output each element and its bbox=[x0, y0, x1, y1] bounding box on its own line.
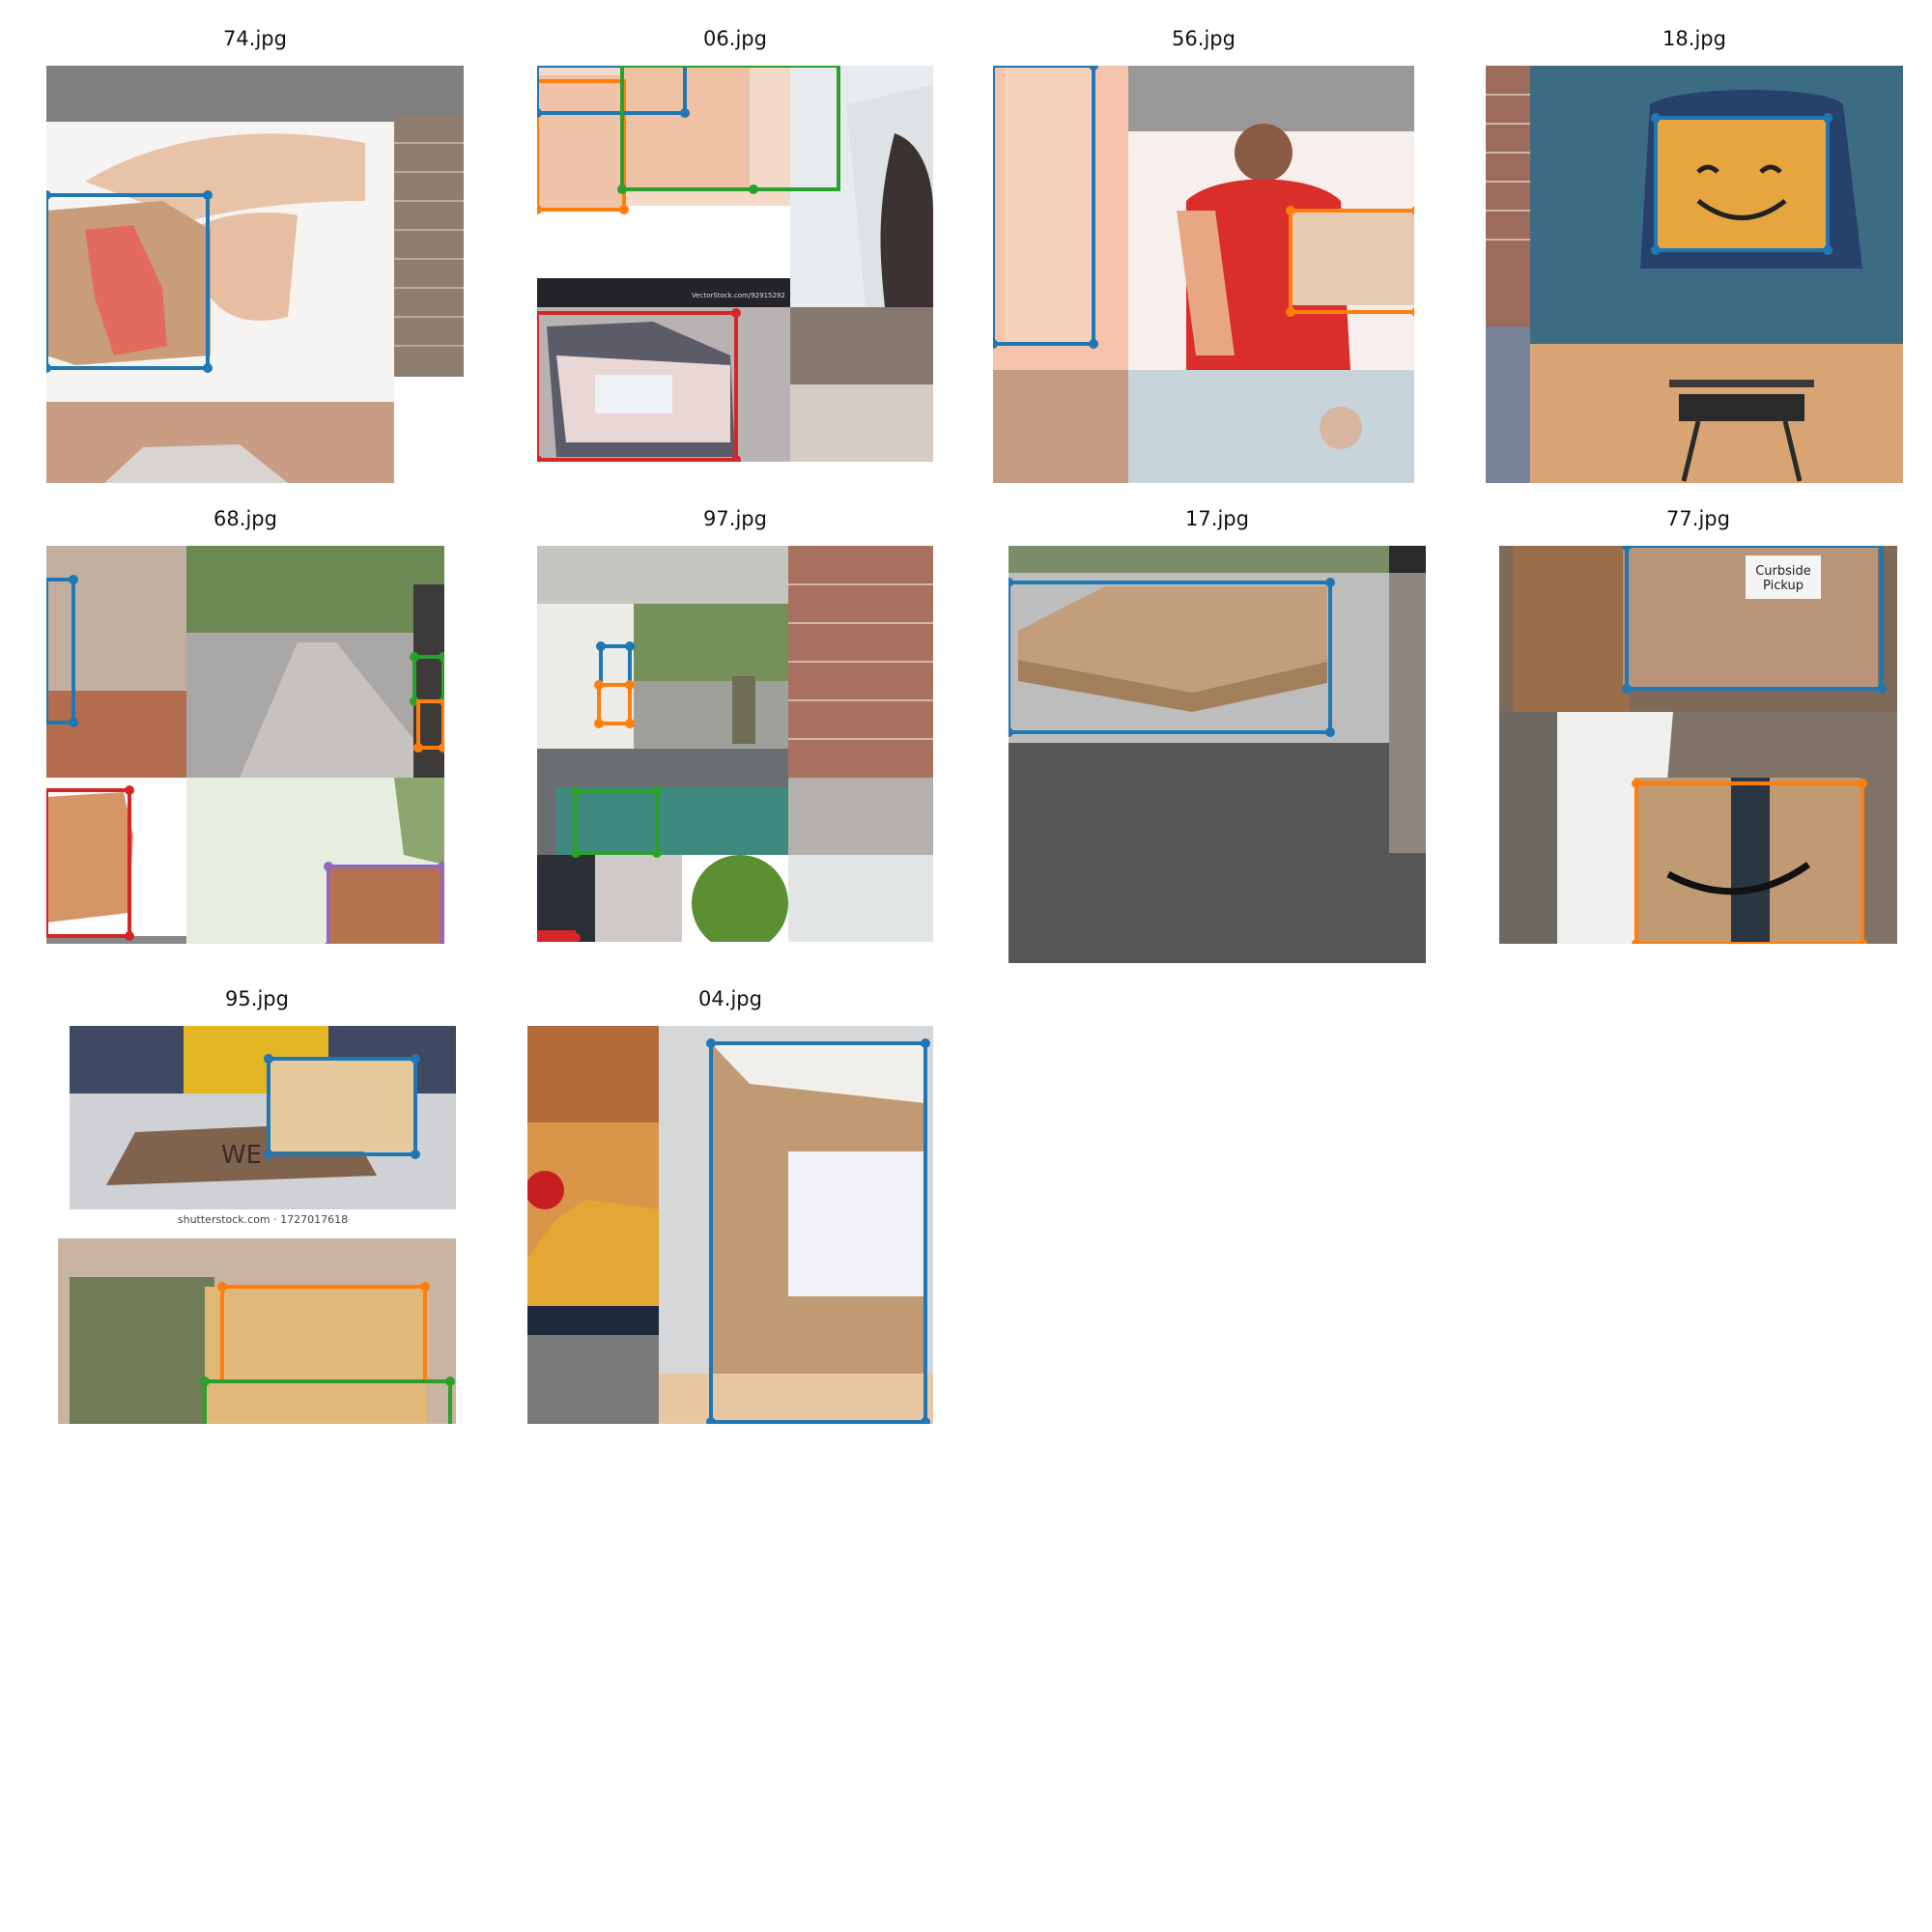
tile-image bbox=[1009, 546, 1426, 963]
tile-04: 04.jpg bbox=[527, 987, 933, 1443]
tile-18: 18.jpg bbox=[1486, 27, 1903, 483]
tile-image: VectorStock.com/92915292 bbox=[537, 66, 933, 462]
tile-title: 56.jpg bbox=[1172, 27, 1236, 50]
tile-title: 68.jpg bbox=[213, 507, 277, 530]
tile-image bbox=[993, 66, 1414, 483]
tile-image bbox=[1486, 66, 1903, 483]
tile-image bbox=[527, 1026, 933, 1424]
tile-06: 06.jpg VectorStock.com/92915292 bbox=[537, 27, 933, 483]
tile-17: 17.jpg bbox=[1009, 507, 1426, 963]
tile-68: 68.jpg bbox=[46, 507, 444, 963]
tile-title: 17.jpg bbox=[1185, 507, 1249, 530]
tile-97: 97.jpg bbox=[537, 507, 933, 963]
tile-56: 56.jpg bbox=[993, 27, 1414, 483]
tile-title: 18.jpg bbox=[1662, 27, 1726, 50]
mat-text: WE bbox=[221, 1141, 262, 1170]
tile-title: 04.jpg bbox=[698, 987, 762, 1010]
watermark-text: VectorStock.com/92915292 bbox=[692, 292, 785, 299]
tile-image: WE shutterstock.com · 1727017618 bbox=[58, 1026, 456, 1424]
tile-title: 74.jpg bbox=[223, 27, 287, 50]
tile-image: Curbside Pickup bbox=[1499, 546, 1897, 944]
tile-image bbox=[46, 546, 444, 944]
sign-line-2: Pickup bbox=[1763, 579, 1804, 593]
tile-title: 97.jpg bbox=[703, 507, 767, 530]
tile-title: 95.jpg bbox=[225, 987, 289, 1010]
tile-title: 06.jpg bbox=[703, 27, 767, 50]
sign-line-1: Curbside bbox=[1755, 564, 1811, 579]
tile-image bbox=[46, 66, 464, 483]
tile-title: 77.jpg bbox=[1666, 507, 1730, 530]
tile-image bbox=[537, 546, 933, 942]
tile-77: 77.jpg Curbside Pickup bbox=[1499, 507, 1897, 963]
tile-74: 74.jpg bbox=[46, 27, 464, 483]
tile-95: 95.jpg WE shutterstock.com · 1727017618 bbox=[58, 987, 456, 1443]
watermark-text: shutterstock.com · 1727017618 bbox=[178, 1213, 348, 1226]
